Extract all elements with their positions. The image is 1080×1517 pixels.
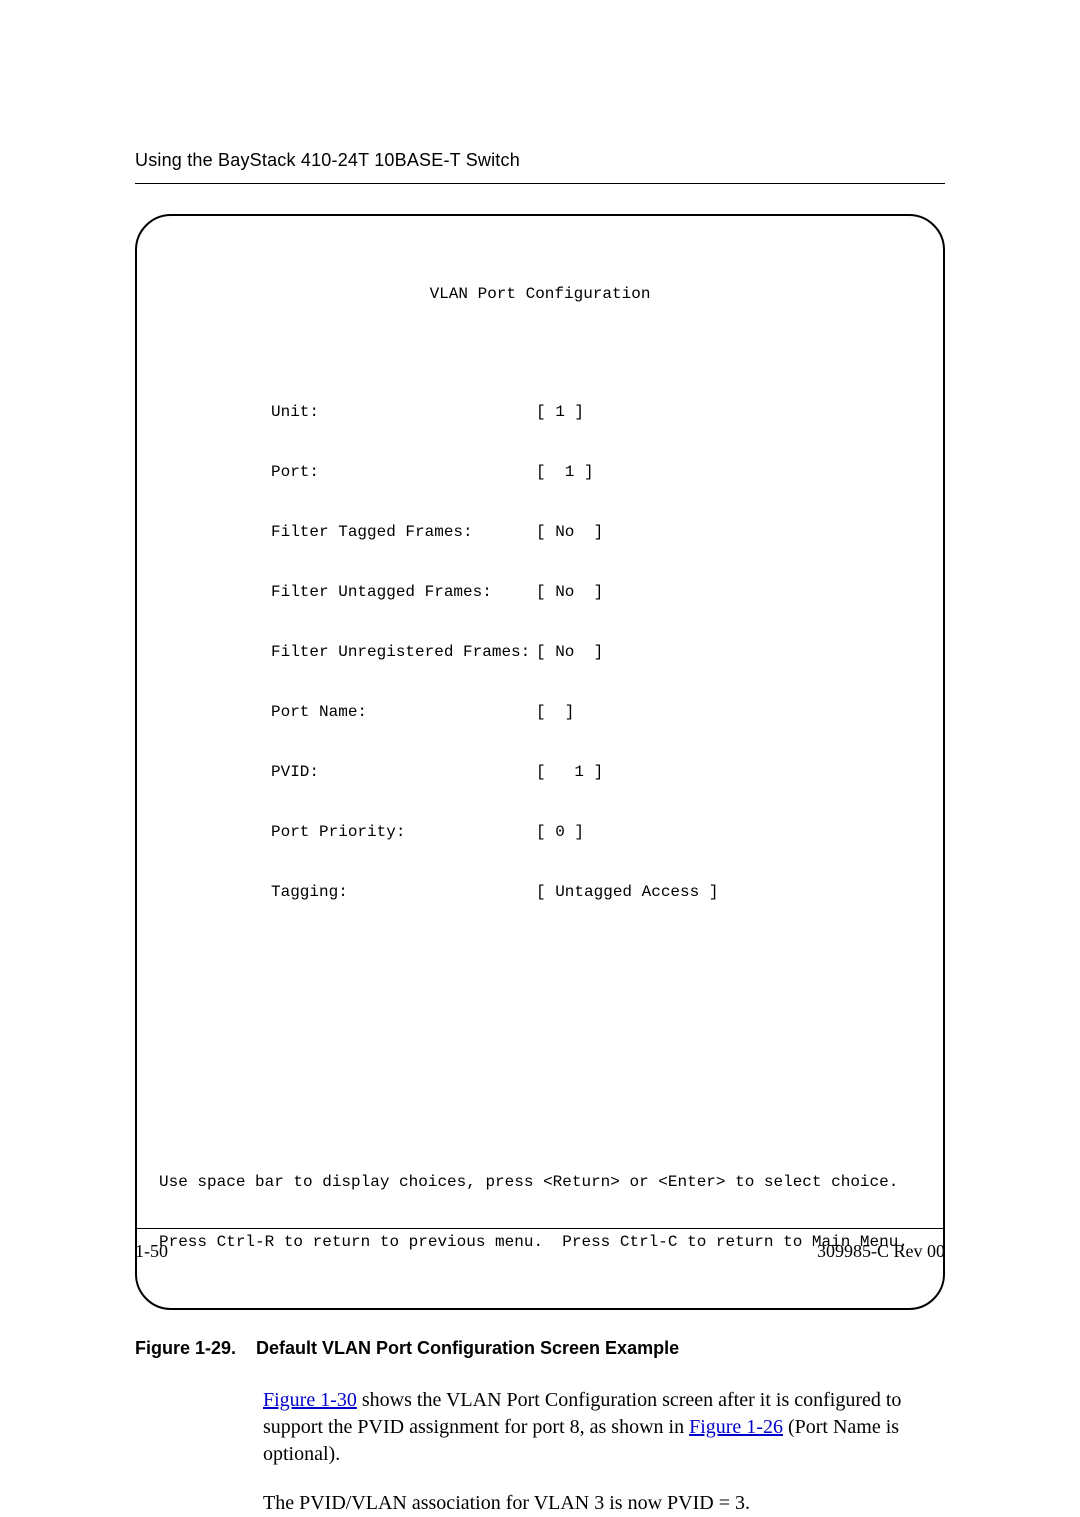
- terminal-field-label: Port Name:: [271, 702, 536, 722]
- terminal-field-value: [ 0 ]: [536, 822, 584, 842]
- terminal-field-label: Unit:: [271, 402, 536, 422]
- header-rule: [135, 183, 945, 184]
- terminal-field-value: [ ]: [536, 702, 574, 722]
- running-head: Using the BayStack 410-24T 10BASE-T Swit…: [135, 150, 945, 171]
- figure-caption: Figure 1-29. Default VLAN Port Configurat…: [135, 1338, 945, 1359]
- terminal-field-value: [ No ]: [536, 522, 603, 542]
- terminal-fields: Unit: [ 1 ] Port: [ 1 ] Filter Tagged Fr…: [271, 362, 921, 942]
- terminal-row: Filter Tagged Frames: [ No ]: [271, 522, 921, 542]
- figure-caption-text: Default VLAN Port Configuration Screen E…: [256, 1338, 679, 1358]
- terminal-field-value: [ 1 ]: [536, 762, 603, 782]
- terminal-row: Port: [ 1 ]: [271, 462, 921, 482]
- document-id: 309985-C Rev 00: [817, 1241, 945, 1262]
- terminal-row: Filter Unregistered Frames: [ No ]: [271, 642, 921, 662]
- terminal-field-value: [ 1 ]: [536, 462, 594, 482]
- figure-caption-label: Figure 1-29.: [135, 1338, 236, 1358]
- terminal-row: Port Name: [ ]: [271, 702, 921, 722]
- terminal-title: VLAN Port Configuration: [159, 284, 921, 304]
- page-footer: 1-50 309985-C Rev 00: [135, 1228, 945, 1262]
- terminal-help-line: Use space bar to display choices, press …: [159, 1172, 921, 1192]
- body-paragraph: Figure 1-30 shows the VLAN Port Configur…: [135, 1387, 945, 1468]
- terminal-row: Port Priority: [ 0 ]: [271, 822, 921, 842]
- body-paragraph: The PVID/VLAN association for VLAN 3 is …: [135, 1490, 945, 1517]
- terminal-row: Filter Untagged Frames: [ No ]: [271, 582, 921, 602]
- terminal-field-value: [ No ]: [536, 582, 603, 602]
- terminal-row: Unit: [ 1 ]: [271, 402, 921, 422]
- terminal-field-label: Port:: [271, 462, 536, 482]
- terminal-field-value: [ No ]: [536, 642, 603, 662]
- terminal-field-label: Filter Unregistered Frames:: [271, 642, 536, 662]
- figure-xref-link[interactable]: Figure 1-30: [263, 1389, 357, 1411]
- terminal-field-label: PVID:: [271, 762, 536, 782]
- terminal-field-label: Tagging:: [271, 882, 536, 902]
- terminal-field-label: Filter Tagged Frames:: [271, 522, 536, 542]
- page-body: Using the BayStack 410-24T 10BASE-T Swit…: [135, 150, 945, 1262]
- terminal-field-label: Filter Untagged Frames:: [271, 582, 536, 602]
- terminal-field-value: [ Untagged Access ]: [536, 882, 718, 902]
- terminal-row: PVID: [ 1 ]: [271, 762, 921, 782]
- page-number: 1-50: [135, 1241, 168, 1262]
- footer-rule: [135, 1228, 945, 1229]
- terminal-field-value: [ 1 ]: [536, 402, 584, 422]
- terminal-screen: VLAN Port Configuration Unit: [ 1 ] Port…: [135, 214, 945, 1310]
- terminal-row: Tagging: [ Untagged Access ]: [271, 882, 921, 902]
- terminal-field-label: Port Priority:: [271, 822, 536, 842]
- figure-xref-link[interactable]: Figure 1-26: [689, 1416, 783, 1438]
